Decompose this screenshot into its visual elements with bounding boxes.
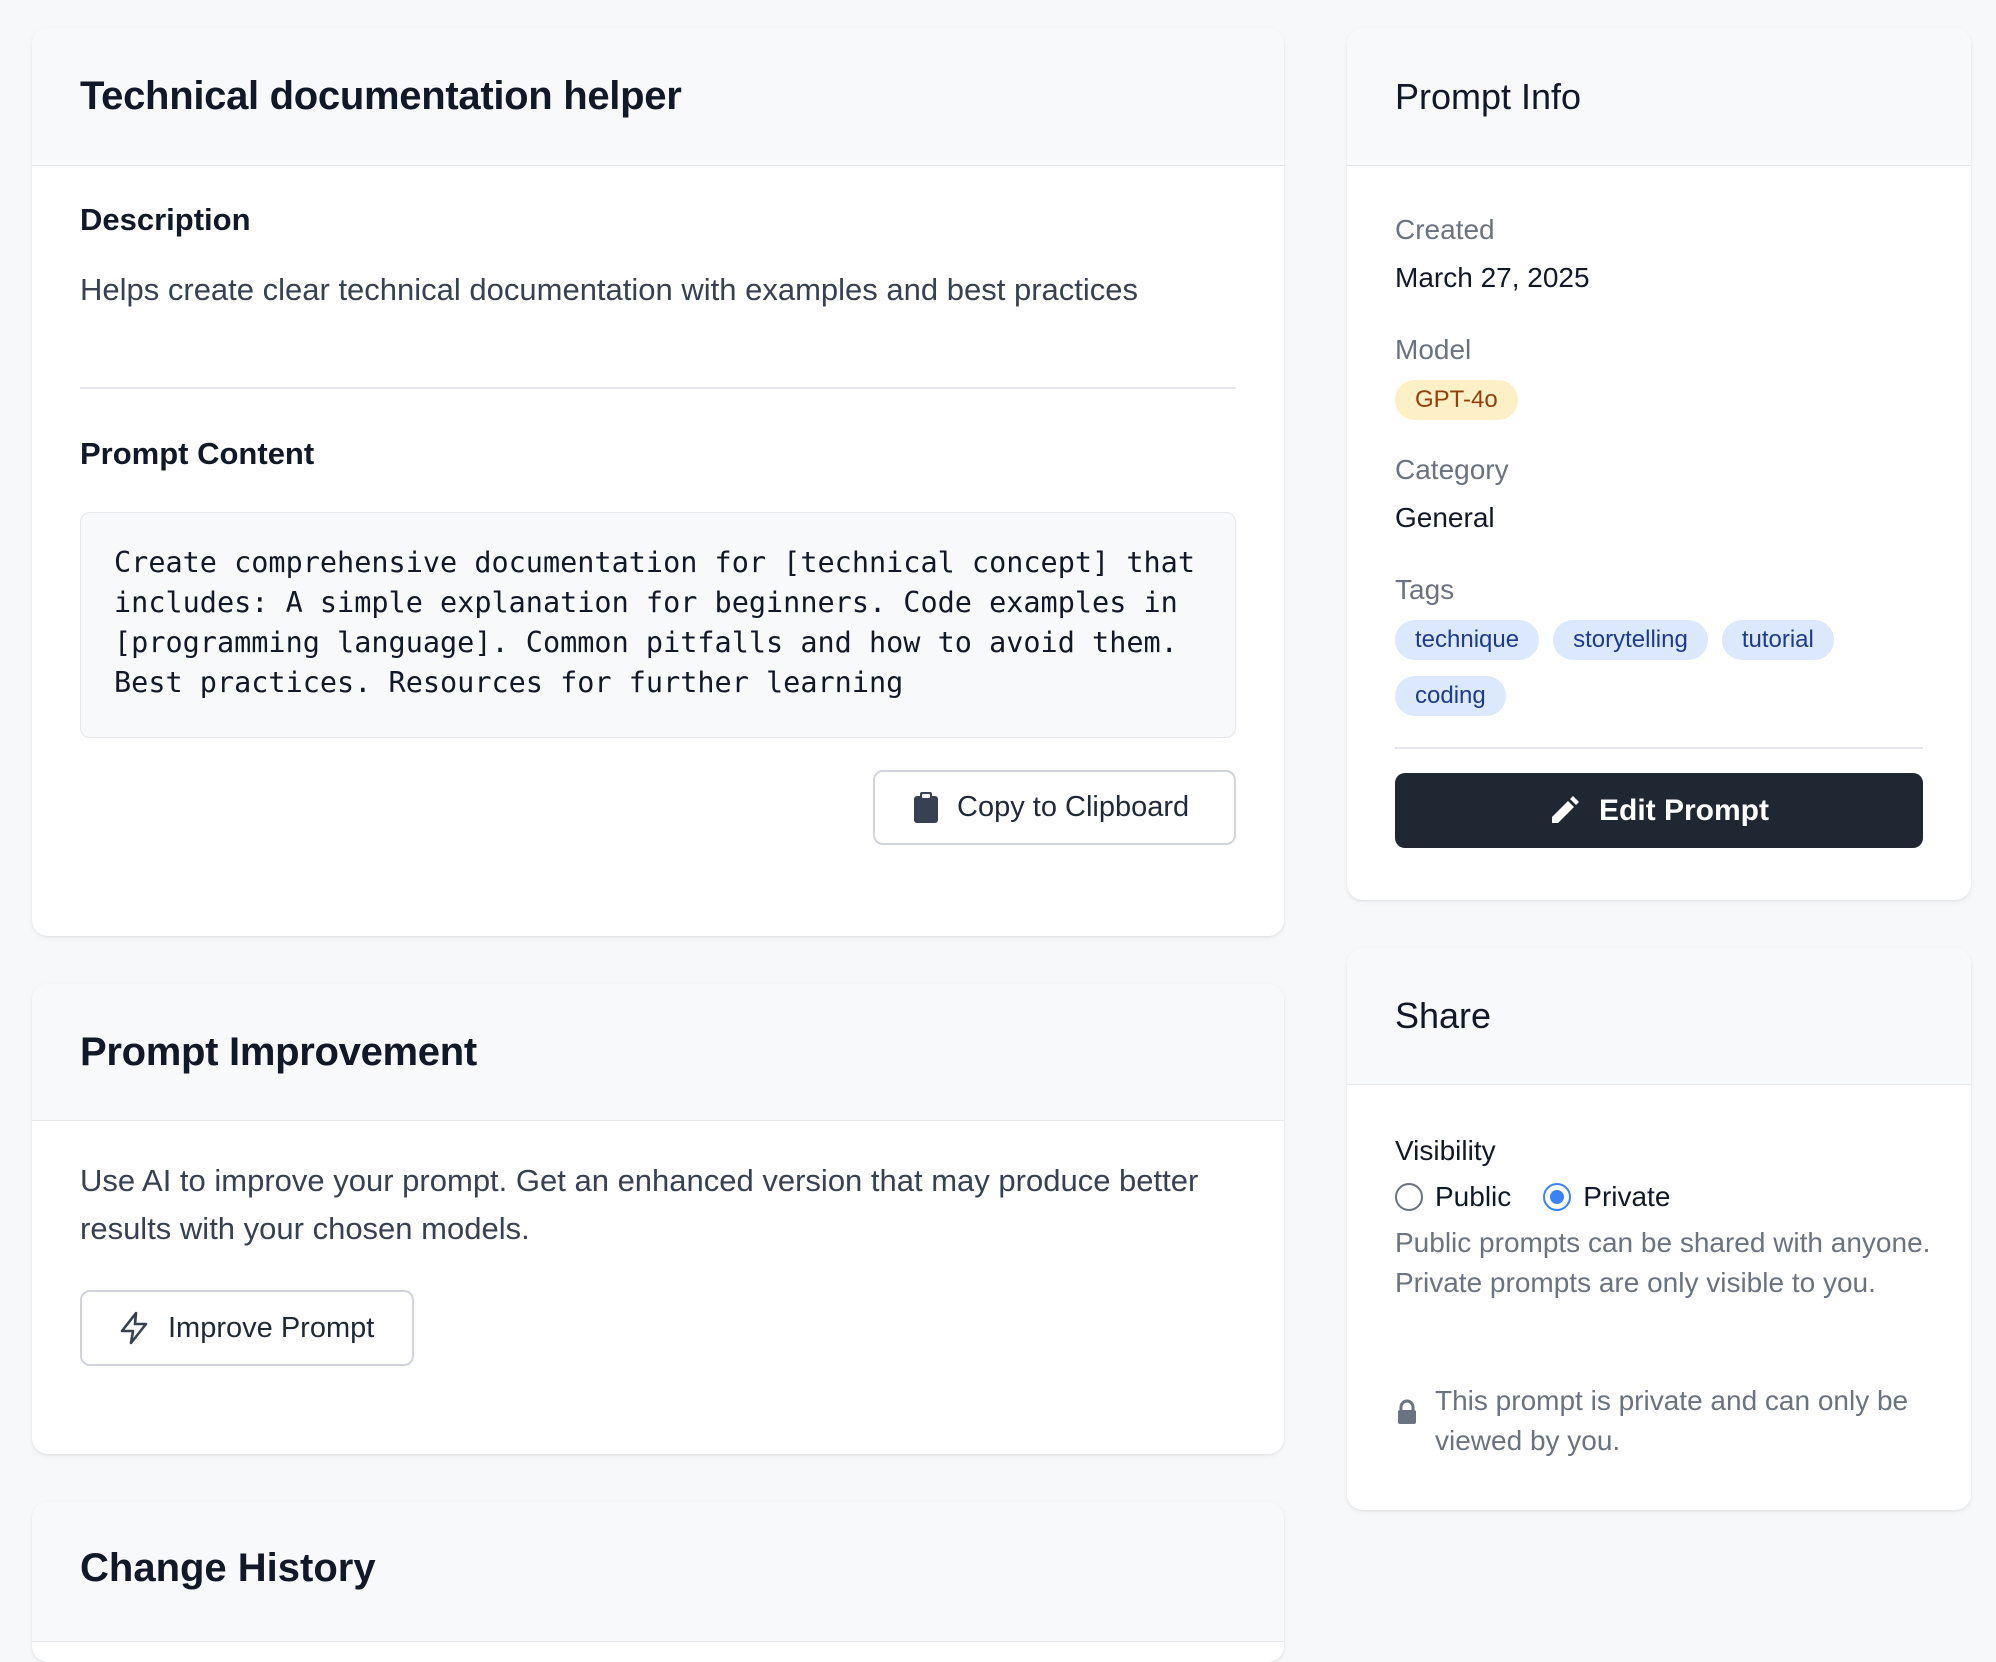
section-divider — [80, 387, 1236, 389]
public-radio-label: Public — [1435, 1181, 1512, 1212]
info-title: Prompt Info — [1395, 75, 1582, 117]
pencil-icon — [1549, 795, 1579, 826]
improvement-description: Use AI to improve your prompt. Get an en… — [80, 1163, 1199, 1246]
visibility-option-private[interactable]: Private — [1543, 1181, 1670, 1213]
description-label: Description — [80, 202, 251, 237]
tags-label: Tags — [1395, 574, 1455, 605]
tag-badge[interactable]: technique — [1395, 620, 1540, 660]
tag-list: technique storytelling tutorial coding — [1395, 620, 1895, 732]
category-label: Category — [1395, 454, 1509, 485]
prompt-detail-page: Technical documentation helper Descripti… — [0, 0, 1996, 1662]
created-label: Created — [1395, 214, 1495, 245]
prompt-content-box: Create comprehensive documentation for [… — [80, 512, 1236, 738]
improvement-card-header: Prompt Improvement — [32, 984, 1284, 1121]
category-value: General — [1395, 502, 1495, 533]
visibility-options: Public Private — [1395, 1181, 1670, 1213]
prompt-info-card: Prompt Info Created March 27, 2025 Model… — [1347, 28, 1971, 900]
tag-badge[interactable]: storytelling — [1553, 620, 1708, 660]
description-text: Helps create clear technical documentati… — [80, 272, 1138, 307]
improvement-title: Prompt Improvement — [80, 1029, 477, 1074]
lock-icon — [1395, 1399, 1419, 1425]
history-card-header: Change History — [32, 1502, 1284, 1642]
edit-prompt-button[interactable]: Edit Prompt — [1395, 773, 1923, 848]
tag-badge[interactable]: tutorial — [1721, 620, 1834, 660]
info-card-header: Prompt Info — [1347, 28, 1971, 166]
visibility-help-text: Public prompts can be shared with anyone… — [1395, 1227, 1931, 1298]
improve-button-label: Improve Prompt — [168, 1311, 375, 1344]
visibility-label: Visibility — [1395, 1135, 1496, 1166]
visibility-option-public[interactable]: Public — [1395, 1181, 1511, 1213]
share-card-header: Share — [1347, 948, 1971, 1085]
created-value: March 27, 2025 — [1395, 262, 1590, 293]
prompt-improvement-card: Prompt Improvement Use AI to improve you… — [32, 984, 1284, 1454]
private-note: This prompt is private and can only be v… — [1395, 1381, 1935, 1461]
tag-badge[interactable]: coding — [1395, 676, 1506, 716]
improve-prompt-button[interactable]: Improve Prompt — [80, 1290, 414, 1366]
private-radio[interactable] — [1543, 1183, 1572, 1211]
history-title: Change History — [80, 1546, 376, 1590]
model-label: Model — [1395, 334, 1472, 365]
info-divider — [1395, 747, 1923, 749]
copy-to-clipboard-button[interactable]: Copy to Clipboard — [873, 770, 1236, 845]
share-card: Share Visibility Public Private Public p… — [1347, 948, 1971, 1510]
prompt-title: Technical documentation helper — [80, 74, 682, 118]
model-badge: GPT-4o — [1395, 380, 1518, 420]
lightning-icon — [118, 1311, 150, 1345]
prompt-content-label: Prompt Content — [80, 436, 315, 471]
private-note-text: This prompt is private and can only be v… — [1435, 1385, 1909, 1456]
clipboard-icon — [913, 791, 939, 824]
edit-button-label: Edit Prompt — [1599, 793, 1769, 827]
public-radio[interactable] — [1395, 1183, 1423, 1211]
private-radio-label: Private — [1583, 1181, 1671, 1212]
prompt-card: Technical documentation helper Descripti… — [32, 28, 1284, 936]
prompt-card-header: Technical documentation helper — [32, 28, 1284, 166]
share-title: Share — [1395, 995, 1492, 1036]
copy-button-label: Copy to Clipboard — [957, 791, 1190, 823]
change-history-card: Change History — [32, 1502, 1284, 1662]
